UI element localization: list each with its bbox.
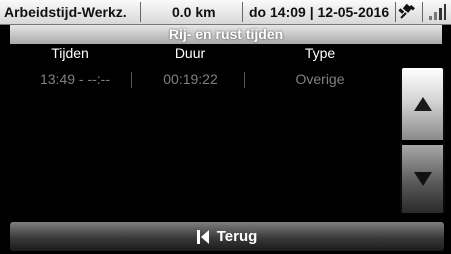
back-arrow-icon <box>196 229 209 244</box>
status-separator <box>395 2 396 22</box>
cell-time: 13:49 - --:-- <box>39 71 110 87</box>
scroll-panel <box>400 68 445 213</box>
cell-type: Overige <box>295 71 345 87</box>
status-bar: Arbeidstijd-Werkz. 0.0 km do 14:09 | 12-… <box>0 0 451 25</box>
arrow-down-icon <box>413 172 432 186</box>
distance-readout: 0.0 km <box>172 4 216 20</box>
signal-strength-icon <box>429 4 446 20</box>
column-divider <box>244 72 245 88</box>
column-header-tijden: Tijden <box>51 45 89 61</box>
scroll-up-button[interactable] <box>402 68 443 140</box>
datetime-readout: do 14:09 | 12-05-2016 <box>249 4 390 20</box>
scroll-down-button[interactable] <box>402 145 443 213</box>
status-separator <box>140 2 141 22</box>
mode-indicator: Arbeidstijd-Werkz. <box>4 4 127 20</box>
gps-satellite-icon <box>398 4 415 19</box>
column-header-duur: Duur <box>174 45 206 61</box>
status-separator <box>242 2 243 22</box>
column-header-type: Type <box>304 45 336 61</box>
screen-title: Rij- en rust tijden <box>10 25 442 44</box>
back-button[interactable]: Terug <box>10 222 444 251</box>
arrow-up-icon <box>413 97 432 111</box>
status-separator <box>422 2 423 22</box>
cell-duration: 00:19:22 <box>163 71 218 87</box>
back-button-label: Terug <box>216 228 258 245</box>
column-divider <box>131 72 132 88</box>
